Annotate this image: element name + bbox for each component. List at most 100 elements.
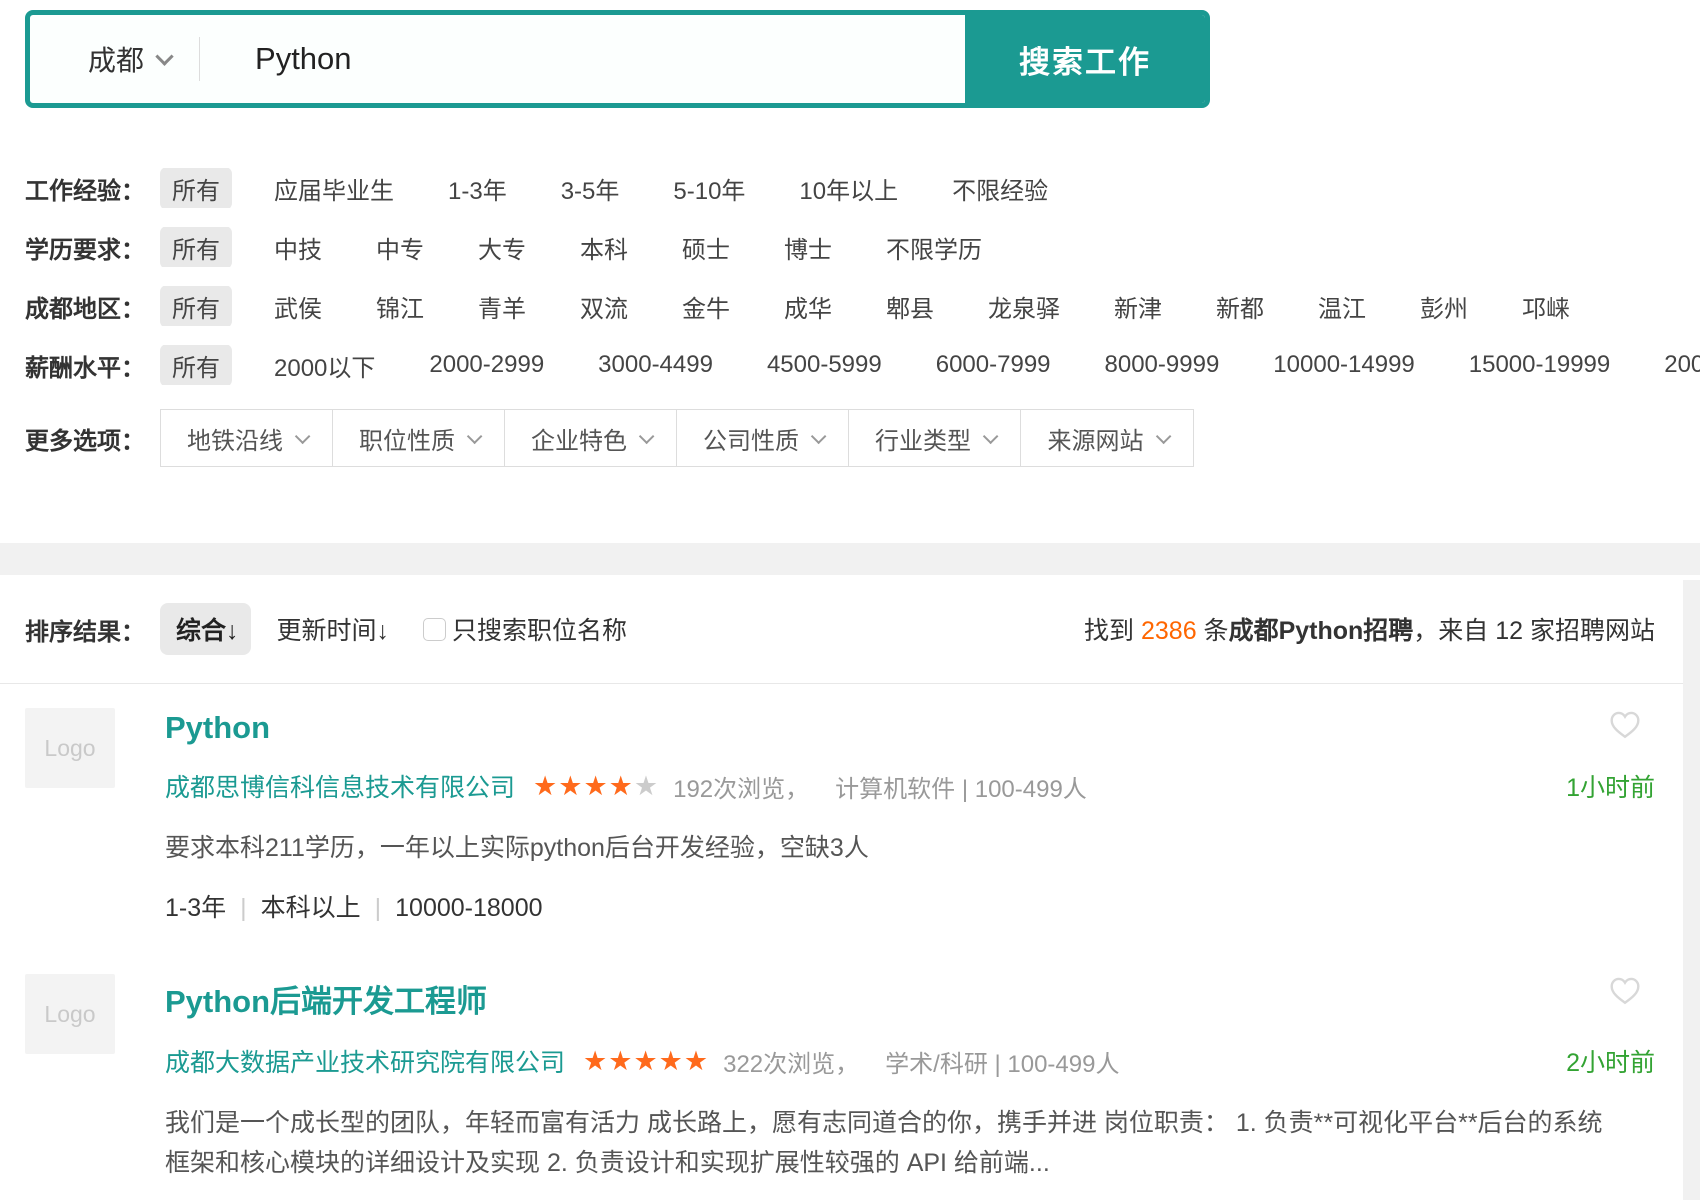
filter-row-salary: 薪酬水平： 所有2000以下2000-29993000-44994500-599… bbox=[25, 345, 1700, 385]
job-meta: 10000-18000 bbox=[361, 894, 543, 922]
dropdown[interactable]: 行业类型 bbox=[849, 410, 1021, 466]
posted-time: 2小时前 bbox=[1566, 1043, 1655, 1079]
star-icon: ★ bbox=[659, 1046, 684, 1076]
filter-option[interactable]: 10000-14999 bbox=[1261, 347, 1426, 383]
result-count: 2386 bbox=[1141, 617, 1197, 645]
job-card: Logo Python后端开发工程师 成都大数据产业技术研究院有限公司 ★★★★… bbox=[0, 950, 1700, 1200]
filter-option[interactable]: 中专 bbox=[364, 227, 436, 267]
filter-option[interactable]: 15000-19999 bbox=[1457, 347, 1622, 383]
filter-option[interactable]: 博士 bbox=[772, 227, 844, 267]
filter-option[interactable]: 双流 bbox=[568, 286, 640, 326]
company-link[interactable]: 成都大数据产业技术研究院有限公司 bbox=[165, 1043, 565, 1079]
filter-option[interactable]: 大专 bbox=[466, 227, 538, 267]
filter-option[interactable]: 6000-7999 bbox=[924, 347, 1063, 383]
favorite-heart-icon[interactable] bbox=[1608, 708, 1642, 740]
filter-option[interactable]: 本科 bbox=[568, 227, 640, 267]
filter-option[interactable]: 1-3年 bbox=[436, 168, 519, 208]
filter-row-district: 成都地区： 所有武侯锦江青羊双流金牛成华郫县龙泉驿新津新都温江彭州邛崃 bbox=[25, 286, 1700, 326]
filter-option[interactable]: 不限学历 bbox=[874, 227, 994, 267]
view-count: 192次浏览， bbox=[673, 769, 809, 804]
sort-comprehensive-button[interactable]: 综合↓ bbox=[160, 603, 251, 655]
filter-options: 所有应届毕业生 1-3年 3-5年 5-10年 10年以上不限经验 bbox=[160, 168, 1090, 208]
filter-option[interactable]: 2000-2999 bbox=[417, 347, 556, 383]
job-meta: 本科以上 bbox=[226, 894, 361, 922]
filter-option[interactable]: 金牛 bbox=[670, 286, 742, 326]
filter-option[interactable]: 龙泉驿 bbox=[976, 286, 1072, 326]
filter-row-education: 学历要求： 所有中技中专大专本科硕士博士不限学历 bbox=[25, 227, 1700, 267]
filter-option[interactable]: 不限经验 bbox=[940, 168, 1060, 208]
filter-option[interactable]: 10年以上 bbox=[787, 168, 910, 208]
logo-placeholder-text: Logo bbox=[44, 735, 95, 762]
filter-label: 成都地区： bbox=[25, 289, 160, 324]
sort-label: 排序结果： bbox=[25, 612, 160, 647]
filter-option[interactable]: 8000-9999 bbox=[1093, 347, 1232, 383]
filter-option[interactable]: 所有 bbox=[160, 345, 232, 385]
company-logo: Logo bbox=[25, 974, 115, 1054]
job-meta-row: 1-3年本科以上10000-18000 bbox=[165, 888, 1655, 924]
company-logo: Logo bbox=[25, 708, 115, 788]
dropdown[interactable]: 公司性质 bbox=[677, 410, 849, 466]
logo-placeholder-text: Logo bbox=[44, 1001, 95, 1028]
filter-option[interactable]: 中技 bbox=[262, 227, 334, 267]
filter-option[interactable]: 5-10年 bbox=[661, 168, 757, 208]
filter-option[interactable]: 彭州 bbox=[1408, 286, 1480, 326]
job-title-only-checkbox[interactable] bbox=[423, 618, 446, 641]
filter-option[interactable]: 新都 bbox=[1204, 286, 1276, 326]
filter-option[interactable]: 所有 bbox=[160, 168, 232, 208]
industry-size: 学术/科研 | 100-499人 bbox=[885, 1044, 1119, 1079]
result-keyword: 成都Python招聘 bbox=[1229, 617, 1414, 645]
sort-update-time-button[interactable]: 更新时间↓ bbox=[277, 611, 390, 647]
favorite-heart-icon[interactable] bbox=[1608, 974, 1642, 1006]
job-card: Logo Python 成都思博信科信息技术有限公司 ★★★★★ 192次浏览，… bbox=[0, 684, 1700, 950]
posted-time: 1小时前 bbox=[1566, 768, 1655, 804]
filter-option[interactable]: 邛崃 bbox=[1510, 286, 1582, 326]
filter-row-experience: 工作经验： 所有应届毕业生1-3年3-5年5-10年10年以上不限经验 bbox=[25, 168, 1700, 208]
filter-label: 学历要求： bbox=[25, 230, 160, 265]
search-bar: 成都 搜索工作 bbox=[25, 10, 1210, 108]
search-input[interactable] bbox=[200, 15, 965, 103]
dropdown[interactable]: 地铁沿线 bbox=[161, 410, 333, 466]
dropdown[interactable]: 来源网站 bbox=[1021, 410, 1193, 466]
section-divider-band bbox=[0, 543, 1700, 575]
job-list: Logo Python 成都思博信科信息技术有限公司 ★★★★★ 192次浏览，… bbox=[0, 683, 1700, 1200]
star-icon: ★ bbox=[583, 771, 608, 801]
job-title-link[interactable]: Python后端开发工程师 bbox=[165, 976, 487, 1021]
star-icon: ★ bbox=[533, 771, 558, 801]
filter-option[interactable]: 硕士 bbox=[670, 227, 742, 267]
job-title-link[interactable]: Python bbox=[165, 710, 270, 746]
filter-option[interactable]: 4500-5999 bbox=[755, 347, 894, 383]
star-icon: ★ bbox=[634, 771, 659, 801]
city-label: 成都 bbox=[88, 39, 144, 79]
rating-stars: ★★★★★ bbox=[583, 1046, 709, 1077]
filter-option[interactable]: 应届毕业生 bbox=[262, 168, 406, 208]
company-link[interactable]: 成都思博信科信息技术有限公司 bbox=[165, 768, 515, 804]
dropdown[interactable]: 职位性质 bbox=[333, 410, 505, 466]
filter-option[interactable]: 郫县 bbox=[874, 286, 946, 326]
dropdown[interactable]: 企业特色 bbox=[505, 410, 677, 466]
filter-row-more-options: 更多选项： 地铁沿线职位性质企业特色公司性质行业类型来源网站 bbox=[25, 409, 1700, 467]
filter-option[interactable]: 3000-4499 bbox=[586, 347, 725, 383]
chevron-down-icon bbox=[155, 47, 173, 65]
filter-label: 更多选项： bbox=[25, 421, 160, 456]
filter-option[interactable]: 温江 bbox=[1306, 286, 1378, 326]
filter-option[interactable]: 武侯 bbox=[262, 286, 334, 326]
filter-option[interactable]: 成华 bbox=[772, 286, 844, 326]
more-options-dropdowns: 地铁沿线职位性质企业特色公司性质行业类型来源网站 bbox=[160, 409, 1194, 467]
filter-option[interactable]: 所有 bbox=[160, 227, 232, 267]
filter-option[interactable]: 3-5年 bbox=[549, 168, 632, 208]
city-dropdown[interactable]: 成都 bbox=[30, 15, 199, 103]
filter-option[interactable]: 所有 bbox=[160, 286, 232, 326]
filter-option[interactable]: 2000以下 bbox=[262, 345, 387, 385]
search-button[interactable]: 搜索工作 bbox=[965, 15, 1205, 103]
sort-bar: 排序结果： 综合↓ 更新时间↓ 只搜索职位名称 找到 2386 条成都Pytho… bbox=[0, 605, 1700, 653]
filter-option[interactable]: 锦江 bbox=[364, 286, 436, 326]
filter-option[interactable]: 20000-24999 bbox=[1652, 347, 1700, 383]
filter-options: 所有武侯锦江青羊双流金牛成华郫县龙泉驿新津新都温江彭州邛崃 bbox=[160, 286, 1612, 326]
job-search-page: 成都 搜索工作 工作经验： 所有应届毕业生1-3年3-5年5-10年10年以上不… bbox=[0, 10, 1700, 1200]
result-summary: 找到 2386 条成都Python招聘，来自 12 家招聘网站 bbox=[1084, 611, 1655, 647]
filter-options: 所有中技中专大专本科硕士博士不限学历 bbox=[160, 227, 1024, 267]
filter-panel: 工作经验： 所有应届毕业生1-3年3-5年5-10年10年以上不限经验 学历要求… bbox=[25, 168, 1700, 467]
filter-option[interactable]: 新津 bbox=[1102, 286, 1174, 326]
filter-option[interactable]: 青羊 bbox=[466, 286, 538, 326]
view-count: 322次浏览， bbox=[723, 1044, 859, 1079]
